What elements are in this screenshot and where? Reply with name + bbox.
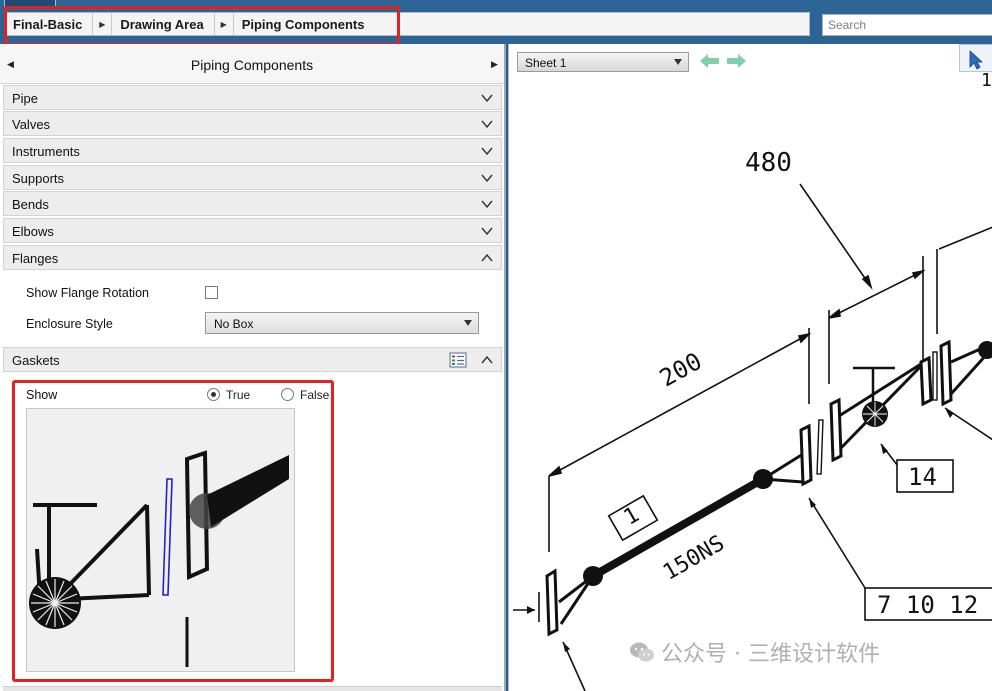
dropdown-arrow-icon: [464, 320, 472, 326]
corner-mark: 1: [981, 70, 992, 91]
chevron-down-icon: [481, 94, 493, 103]
breadcrumb-item-final-basic[interactable]: Final-Basic: [5, 13, 92, 35]
checklist-icon[interactable]: [449, 352, 467, 368]
chevron-down-icon: [481, 227, 493, 236]
select-tool-button[interactable]: [959, 44, 992, 72]
chevron-down-icon: [481, 147, 493, 156]
dimension-480: 480: [745, 148, 792, 178]
enclosure-style-select[interactable]: No Box: [205, 312, 479, 334]
panel-header: ◀ Piping Components ▶: [0, 44, 504, 84]
panel-bottom-edge: [3, 686, 502, 691]
breadcrumb-separator-icon[interactable]: ▶: [213, 13, 234, 35]
gasket-show-false-label: False: [300, 388, 330, 402]
properties-panel: ◀ Piping Components ▶ Pipe Valves Instru…: [0, 44, 506, 691]
gasket-preview-drawing: [29, 450, 289, 667]
enclosure-style-label: Enclosure Style: [26, 317, 113, 331]
section-bends[interactable]: Bends: [3, 191, 502, 216]
chevron-up-icon: [481, 253, 493, 262]
section-instruments[interactable]: Instruments: [3, 138, 502, 163]
search-input[interactable]: [822, 14, 992, 36]
section-elbows[interactable]: Elbows: [3, 218, 502, 243]
gasket-show-label: Show: [26, 388, 58, 402]
section-label: Elbows: [12, 224, 54, 239]
section-label: Instruments: [12, 144, 80, 159]
breadcrumb: Final-Basic ▶ Drawing Area ▶ Piping Comp…: [4, 12, 810, 36]
gasket-show-true-radio[interactable]: [207, 388, 220, 401]
next-sheet-arrow-icon[interactable]: [725, 53, 747, 69]
show-flange-rotation-label: Show Flange Rotation: [26, 286, 149, 300]
breadcrumb-separator-icon[interactable]: ▶: [92, 13, 113, 35]
app-menu-tab[interactable]: [4, 0, 56, 8]
show-flange-rotation-checkbox[interactable]: [205, 286, 218, 299]
section-label: Valves: [12, 117, 51, 132]
gasket-show-false-radio[interactable]: [281, 388, 294, 401]
chevron-down-icon: [481, 174, 493, 183]
section-flanges[interactable]: Flanges: [3, 245, 502, 270]
gasket-show-true-label: True: [226, 388, 251, 402]
chevron-up-icon: [481, 355, 493, 364]
section-label: Bends: [12, 197, 49, 212]
watermark: 公众号 · 三维设计软件: [629, 636, 880, 668]
breadcrumb-item-drawing-area[interactable]: Drawing Area: [112, 13, 213, 35]
section-label: Flanges: [12, 251, 59, 266]
top-bar: Final-Basic ▶ Drawing Area ▶ Piping Comp…: [0, 0, 992, 46]
sheet-select-value: Sheet 1: [525, 56, 567, 70]
watermark-text: 公众号 · 三维设计软件: [661, 642, 880, 667]
sheet-select[interactable]: Sheet 1: [517, 52, 689, 72]
cursor-arrow-icon: [969, 50, 984, 70]
section-label: Gaskets: [12, 353, 60, 368]
section-valves[interactable]: Valves: [3, 111, 502, 136]
drawing-area[interactable]: 480 200 1 150NS 14 7 10 12 1 Sheet 1 公众号…: [508, 44, 992, 691]
section-pipe[interactable]: Pipe: [3, 85, 502, 110]
tag-refs: 7 10 12: [877, 591, 979, 619]
application-window: Final-Basic ▶ Drawing Area ▶ Piping Comp…: [0, 0, 992, 691]
enclosure-style-value: No Box: [214, 317, 254, 331]
section-gaskets[interactable]: Gaskets: [3, 347, 502, 372]
section-label: Pipe: [12, 91, 39, 106]
dropdown-arrow-icon: [674, 59, 682, 65]
section-label: Supports: [12, 171, 65, 186]
panel-title: Piping Components: [190, 57, 314, 73]
previous-sheet-arrow-icon[interactable]: [699, 53, 721, 69]
chevron-down-icon: [481, 200, 493, 209]
panel-next-icon[interactable]: ▶: [491, 59, 498, 70]
tag-14: 14: [908, 463, 937, 491]
breadcrumb-item-piping-components[interactable]: Piping Components: [234, 13, 375, 35]
chevron-down-icon: [481, 120, 493, 129]
gasket-preview-image: [26, 408, 295, 672]
wechat-icon: [630, 642, 654, 662]
section-supports[interactable]: Supports: [3, 165, 502, 190]
